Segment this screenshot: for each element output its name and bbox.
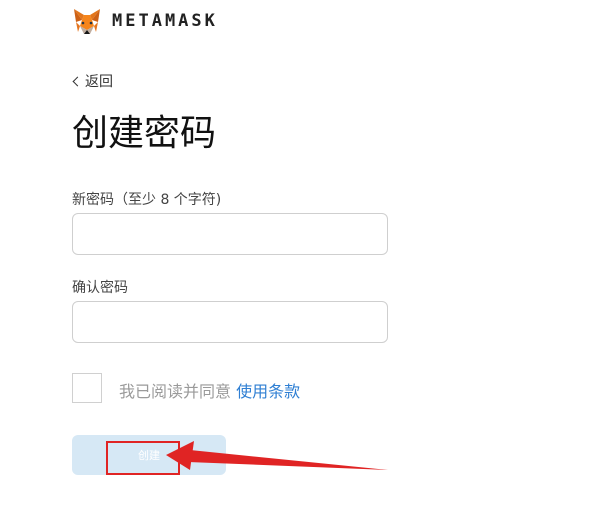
confirm-password-input[interactable] bbox=[72, 301, 388, 343]
terms-of-use-link[interactable]: 使用条款 bbox=[236, 382, 300, 401]
page-title: 创建密码 bbox=[72, 113, 217, 154]
new-password-label: 新密码（至少 8 个字符) bbox=[72, 192, 222, 208]
terms-checkbox[interactable] bbox=[72, 373, 102, 403]
back-link[interactable]: 返回 bbox=[72, 71, 113, 91]
create-password-page: METAMASK 返回 创建密码 新密码（至少 8 个字符) 确认密码 我已阅读… bbox=[0, 0, 600, 506]
back-label: 返回 bbox=[85, 74, 113, 90]
brand-name: METAMASK bbox=[112, 11, 218, 31]
terms-agreement: 我已阅读并同意 使用条款 bbox=[119, 378, 300, 402]
metamask-fox-icon bbox=[74, 9, 100, 34]
chevron-left-icon bbox=[72, 76, 83, 86]
annotation-highlight-box bbox=[106, 441, 180, 475]
terms-agreement-text: 我已阅读并同意 bbox=[119, 382, 232, 401]
new-password-input[interactable] bbox=[72, 213, 388, 255]
brand-header: METAMASK bbox=[72, 6, 218, 36]
confirm-password-label: 确认密码 bbox=[72, 280, 128, 296]
